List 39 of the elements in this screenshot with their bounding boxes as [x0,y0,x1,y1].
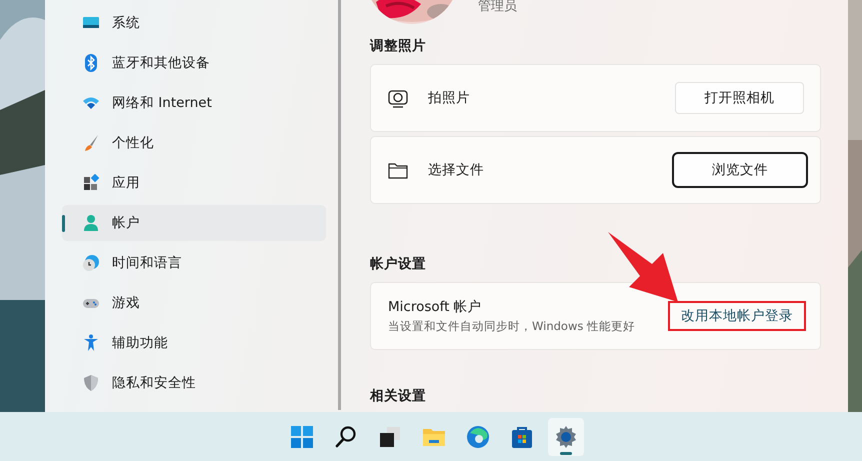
clock-globe-icon [82,254,100,272]
apps-icon [82,174,100,192]
nav-item[interactable]: 隐私和安全性 [62,365,326,401]
brush-icon [82,134,100,152]
nav-item[interactable]: 应用 [62,165,326,201]
taskbar-button[interactable] [548,418,584,456]
section-heading: 调整照片 [370,37,427,53]
nav-item[interactable]: 系统 [62,5,326,41]
setting-title: Microsoft 帐户 [388,298,483,318]
person-icon [82,214,100,232]
bluetooth-icon [82,54,100,72]
nav-item[interactable]: 时间和语言 [62,245,326,281]
action-button[interactable]: 浏览文件 [672,152,808,188]
selection-indicator [62,215,65,232]
task-view-icon [378,424,402,448]
windows-logo-icon [290,424,314,448]
nav-item[interactable]: 帐户 [62,205,326,241]
setting-label: 拍照片 [428,88,471,108]
action-button[interactable]: 打开照相机 [675,82,804,114]
nav-item[interactable]: 网络和 Internet [62,85,326,121]
folder-icon [388,160,408,180]
section-heading: 帐户设置 [370,255,427,271]
nav-item[interactable]: 个性化 [62,125,326,161]
browser-icon [466,424,490,448]
setting-label: 选择文件 [428,160,485,180]
accessibility-icon [82,334,100,352]
annotation-arrow [608,232,678,302]
nav-item[interactable]: 游戏 [62,285,326,321]
nav-item[interactable]: 蓝牙和其他设备 [62,45,326,81]
nav-item[interactable]: 辅助功能 [62,325,326,361]
search-icon [334,424,358,448]
section-heading: 相关设置 [370,387,427,403]
webcam-icon [388,88,408,108]
shield-icon [82,374,100,392]
setting-description: 当设置和文件自动同步时，Windows 性能更好 [388,318,636,334]
sign-in-link[interactable]: 改用本地帐户登录 [668,300,806,332]
gear-icon [554,424,578,448]
active-indicator [560,452,572,454]
store-icon [510,424,534,448]
